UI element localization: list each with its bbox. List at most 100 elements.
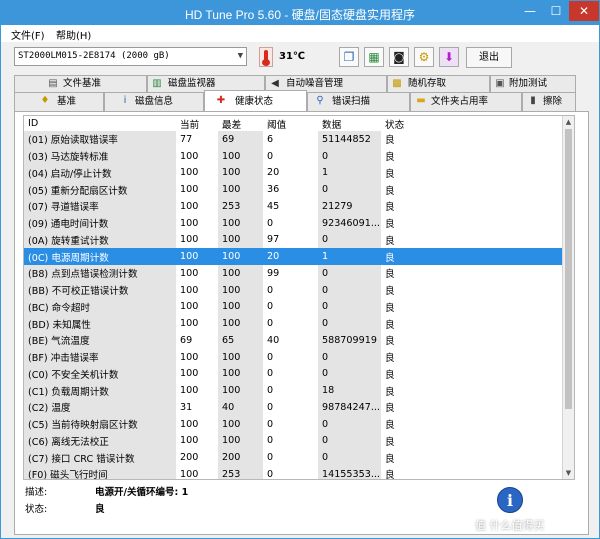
table-row[interactable]: (B8) 点到点错误检测计数 100 100 99 0 良 bbox=[24, 265, 564, 282]
cell-blank bbox=[431, 416, 564, 433]
table-row[interactable]: (0C) 电源周期计数 100 100 20 1 良 bbox=[24, 248, 564, 265]
table-row[interactable]: (F0) 磁头飞行时间 100 253 0 14155353... 良 bbox=[24, 466, 564, 479]
cell-worst: 100 bbox=[218, 365, 263, 383]
cell-current: 69 bbox=[180, 334, 193, 346]
cell-current: 100 bbox=[180, 184, 199, 196]
menu-help[interactable]: 帮助(H) bbox=[56, 27, 91, 42]
table-row[interactable]: (BB) 不可校正错误计数 100 100 0 0 良 bbox=[24, 281, 564, 299]
trash-icon: ▮ bbox=[530, 95, 536, 106]
menu-bar: 文件(F) 帮助(H) bbox=[1, 25, 599, 42]
cell-current: 77 bbox=[180, 133, 193, 145]
info-icon[interactable]: i bbox=[497, 487, 523, 513]
tab-label: 磁盘监视器 bbox=[168, 78, 216, 89]
minimize-button[interactable]: — bbox=[517, 1, 543, 21]
table-row[interactable]: (04) 启动/停止计数 100 100 20 1 良 bbox=[24, 164, 564, 182]
table-row[interactable]: (BE) 气流温度 69 65 40 588709919 良 bbox=[24, 332, 564, 349]
table-row[interactable]: (07) 寻道错误率 100 253 45 21279 良 bbox=[24, 198, 564, 215]
search-icon: ⚲ bbox=[316, 95, 324, 106]
exit-button[interactable]: 退出 bbox=[466, 47, 512, 68]
table-row[interactable]: (0A) 旋转重试计数 100 100 97 0 良 bbox=[24, 231, 564, 249]
tab-folder-usage[interactable]: ▬ 文件夹占用率 bbox=[410, 92, 522, 111]
cell-worst: 100 bbox=[218, 248, 263, 265]
download-button[interactable]: ⬇ bbox=[439, 47, 459, 67]
column-header-id[interactable]: ID bbox=[24, 116, 176, 131]
column-header-data[interactable]: 数据 bbox=[318, 116, 381, 131]
tab-erase[interactable]: ▮ 擦除 bbox=[522, 92, 576, 111]
cell-data: 51144852 bbox=[318, 131, 381, 148]
tab-health[interactable]: ✚ 健康状态 bbox=[204, 90, 307, 111]
tab-error-scan[interactable]: ⚲ 错误扫描 bbox=[307, 92, 410, 111]
health-cross-icon: ✚ bbox=[216, 95, 226, 106]
table-row[interactable]: (01) 原始读取错误率 77 69 6 51144852 良 bbox=[24, 131, 564, 148]
tab-random-access[interactable]: ▩ 随机存取 bbox=[387, 75, 490, 92]
cell-worst: 100 bbox=[218, 298, 263, 316]
scroll-up-icon[interactable]: ▲ bbox=[563, 116, 574, 128]
table-row[interactable]: (C7) 接口 CRC 错误计数 200 200 0 0 良 bbox=[24, 449, 564, 466]
column-header-current[interactable]: 当前 bbox=[176, 116, 218, 131]
description-label: 描述: bbox=[25, 487, 48, 498]
cell-data: 0 bbox=[318, 415, 381, 433]
cell-data: 0 bbox=[318, 348, 381, 366]
speaker-icon: ◀ bbox=[271, 78, 279, 89]
cell-threshold: 97 bbox=[267, 234, 280, 246]
cell-data: 0 bbox=[318, 181, 381, 198]
table-row[interactable]: (03) 马达旋转标准 100 100 0 0 良 bbox=[24, 147, 564, 165]
benchmark-icon: ♦ bbox=[40, 95, 50, 106]
cell-status: 良 bbox=[385, 369, 395, 381]
menu-file[interactable]: 文件(F) bbox=[11, 27, 45, 42]
save-button[interactable]: ▦ bbox=[364, 47, 384, 67]
random-icon: ▩ bbox=[392, 78, 402, 89]
tab-benchmark[interactable]: ♦ 基准 bbox=[14, 92, 104, 111]
cell-id: (04) 启动/停止计数 bbox=[24, 164, 176, 182]
tab-extra-tests[interactable]: ▣ 附加测试 bbox=[490, 75, 576, 92]
table-row[interactable]: (C6) 离线无法校正 100 100 0 0 良 bbox=[24, 432, 564, 450]
table-row[interactable]: (C2) 温度 31 40 0 98784247... 良 bbox=[24, 399, 564, 416]
options-icon: ⚙ bbox=[418, 50, 430, 64]
cell-current: 100 bbox=[180, 385, 199, 397]
scroll-down-icon[interactable]: ▼ bbox=[563, 467, 574, 479]
column-header-status[interactable]: 状态 bbox=[381, 116, 431, 131]
table-row[interactable]: (05) 重新分配扇区计数 100 100 36 0 良 bbox=[24, 181, 564, 198]
table-row[interactable]: (BD) 未知属性 100 100 0 0 良 bbox=[24, 315, 564, 332]
table-row[interactable]: (09) 通电时间计数 100 100 0 92346091... 良 bbox=[24, 214, 564, 232]
cell-worst: 100 bbox=[218, 432, 263, 450]
table-row[interactable]: (BC) 命令超时 100 100 0 0 良 bbox=[24, 298, 564, 316]
cell-threshold: 0 bbox=[267, 385, 274, 397]
cell-id: (07) 寻道错误率 bbox=[24, 198, 176, 215]
copy-button[interactable]: ❐ bbox=[339, 47, 359, 67]
cell-threshold: 0 bbox=[267, 418, 274, 430]
cell-current: 100 bbox=[180, 368, 199, 380]
table-row[interactable]: (BF) 冲击错误率 100 100 0 0 良 bbox=[24, 348, 564, 366]
cell-threshold: 40 bbox=[267, 334, 280, 346]
cell-blank bbox=[431, 215, 564, 232]
close-button[interactable]: ✕ bbox=[569, 1, 599, 21]
drive-select[interactable]: ST2000LM015-2E8174 (2000 gB) ▼ bbox=[14, 47, 247, 66]
tab-label: 随机存取 bbox=[408, 78, 447, 89]
table-row[interactable]: (C1) 负载周期计数 100 100 0 18 良 bbox=[24, 382, 564, 399]
extra-tests-icon: ▣ bbox=[495, 78, 505, 89]
cell-threshold: 0 bbox=[267, 318, 274, 330]
table-body: (01) 原始读取错误率 77 69 6 51144852 良 (03) 马达旋转标准 100… bbox=[24, 131, 564, 479]
table-row[interactable]: (C0) 不安全关机计数 100 100 0 0 良 bbox=[24, 365, 564, 383]
table-row[interactable]: (C5) 当前待映射扇区计数 100 100 0 0 良 bbox=[24, 415, 564, 433]
tab-file-benchmark[interactable]: ▤ 文件基准 bbox=[14, 75, 147, 92]
screenshot-button[interactable]: ◙ bbox=[389, 47, 409, 67]
cell-threshold: 0 bbox=[267, 435, 274, 447]
cell-threshold: 20 bbox=[267, 167, 280, 179]
cell-current: 100 bbox=[180, 284, 199, 296]
tab-label: 错误扫描 bbox=[332, 96, 371, 107]
maximize-button[interactable]: ☐ bbox=[543, 1, 569, 21]
vertical-scrollbar[interactable]: ▲ ▼ bbox=[562, 116, 574, 479]
cell-threshold: 0 bbox=[267, 284, 274, 296]
column-header-threshold[interactable]: 阈值 bbox=[263, 116, 318, 131]
cell-status: 良 bbox=[385, 453, 395, 465]
cell-current: 100 bbox=[180, 167, 199, 179]
cell-data: 0 bbox=[318, 281, 381, 299]
cell-status: 良 bbox=[381, 248, 431, 265]
cell-blank bbox=[431, 165, 564, 182]
options-button[interactable]: ⚙ bbox=[414, 47, 434, 67]
scroll-thumb[interactable] bbox=[565, 129, 572, 409]
column-header-worst[interactable]: 最差 bbox=[218, 116, 263, 131]
cell-threshold: 0 bbox=[267, 368, 274, 380]
tab-disk-info[interactable]: ⅰ 磁盘信息 bbox=[104, 92, 204, 111]
